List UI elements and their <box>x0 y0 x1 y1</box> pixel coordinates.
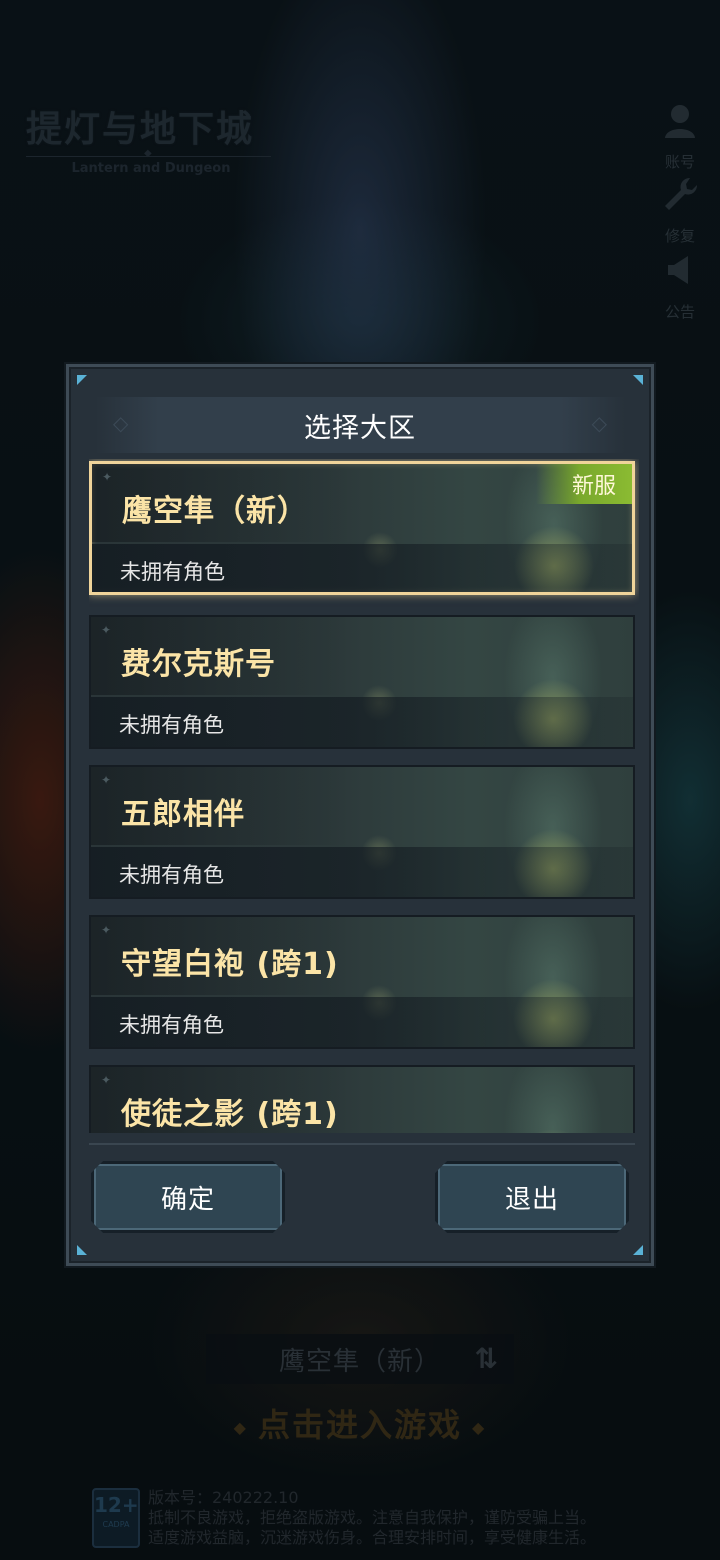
divider <box>89 1143 635 1145</box>
new-server-badge: 新服 <box>536 464 632 504</box>
server-status: 未拥有角色 <box>119 1013 224 1037</box>
server-item-shouwang[interactable]: ✦ 守望白袍 (跨1) 未拥有角色 <box>89 915 635 1049</box>
exit-button[interactable]: 退出 <box>435 1161 629 1233</box>
sparkle-icon: ✦ <box>102 470 113 484</box>
sparkle-icon: ✦ <box>101 923 112 937</box>
server-item-yingkongsun[interactable]: ✦ 鹰空隼（新） 未拥有角色 新服 <box>89 461 635 595</box>
sparkle-icon: ✦ <box>101 1073 112 1087</box>
server-select-dialog: ◇ 选择大区 ◇ ✦ 鹰空隼（新） 未拥有角色 新服 ✦ 费尔克斯号 未拥有角色… <box>66 364 654 1266</box>
diamond-icon: ◇ <box>113 411 129 435</box>
corner-ornament <box>77 1245 87 1255</box>
server-item-shitu[interactable]: ✦ 使徒之影 (跨1) <box>89 1065 635 1133</box>
server-name: 费尔克斯号 <box>121 647 276 682</box>
server-item-feierkesi[interactable]: ✦ 费尔克斯号 未拥有角色 <box>89 615 635 749</box>
sparkle-icon: ✦ <box>101 773 112 787</box>
server-name: 使徒之影 (跨1) <box>121 1097 339 1132</box>
server-name: 鹰空隼（新） <box>122 494 308 529</box>
dialog-title: 选择大区 <box>304 412 416 444</box>
server-name: 守望白袍 (跨1) <box>121 947 339 982</box>
confirm-button[interactable]: 确定 <box>91 1161 285 1233</box>
server-list[interactable]: ✦ 鹰空隼（新） 未拥有角色 新服 ✦ 费尔克斯号 未拥有角色 ✦ 五郎相伴 未… <box>89 459 639 1133</box>
corner-ornament <box>633 1245 643 1255</box>
corner-ornament <box>77 375 87 385</box>
sparkle-icon: ✦ <box>101 623 112 637</box>
server-name: 五郎相伴 <box>121 797 245 832</box>
server-status: 未拥有角色 <box>119 713 224 737</box>
corner-ornament <box>633 375 643 385</box>
server-status: 未拥有角色 <box>120 560 225 584</box>
diamond-icon: ◇ <box>591 411 607 435</box>
server-item-wulang[interactable]: ✦ 五郎相伴 未拥有角色 <box>89 765 635 899</box>
dialog-header: ◇ 选择大区 ◇ <box>95 397 625 453</box>
server-status: 未拥有角色 <box>119 863 224 887</box>
